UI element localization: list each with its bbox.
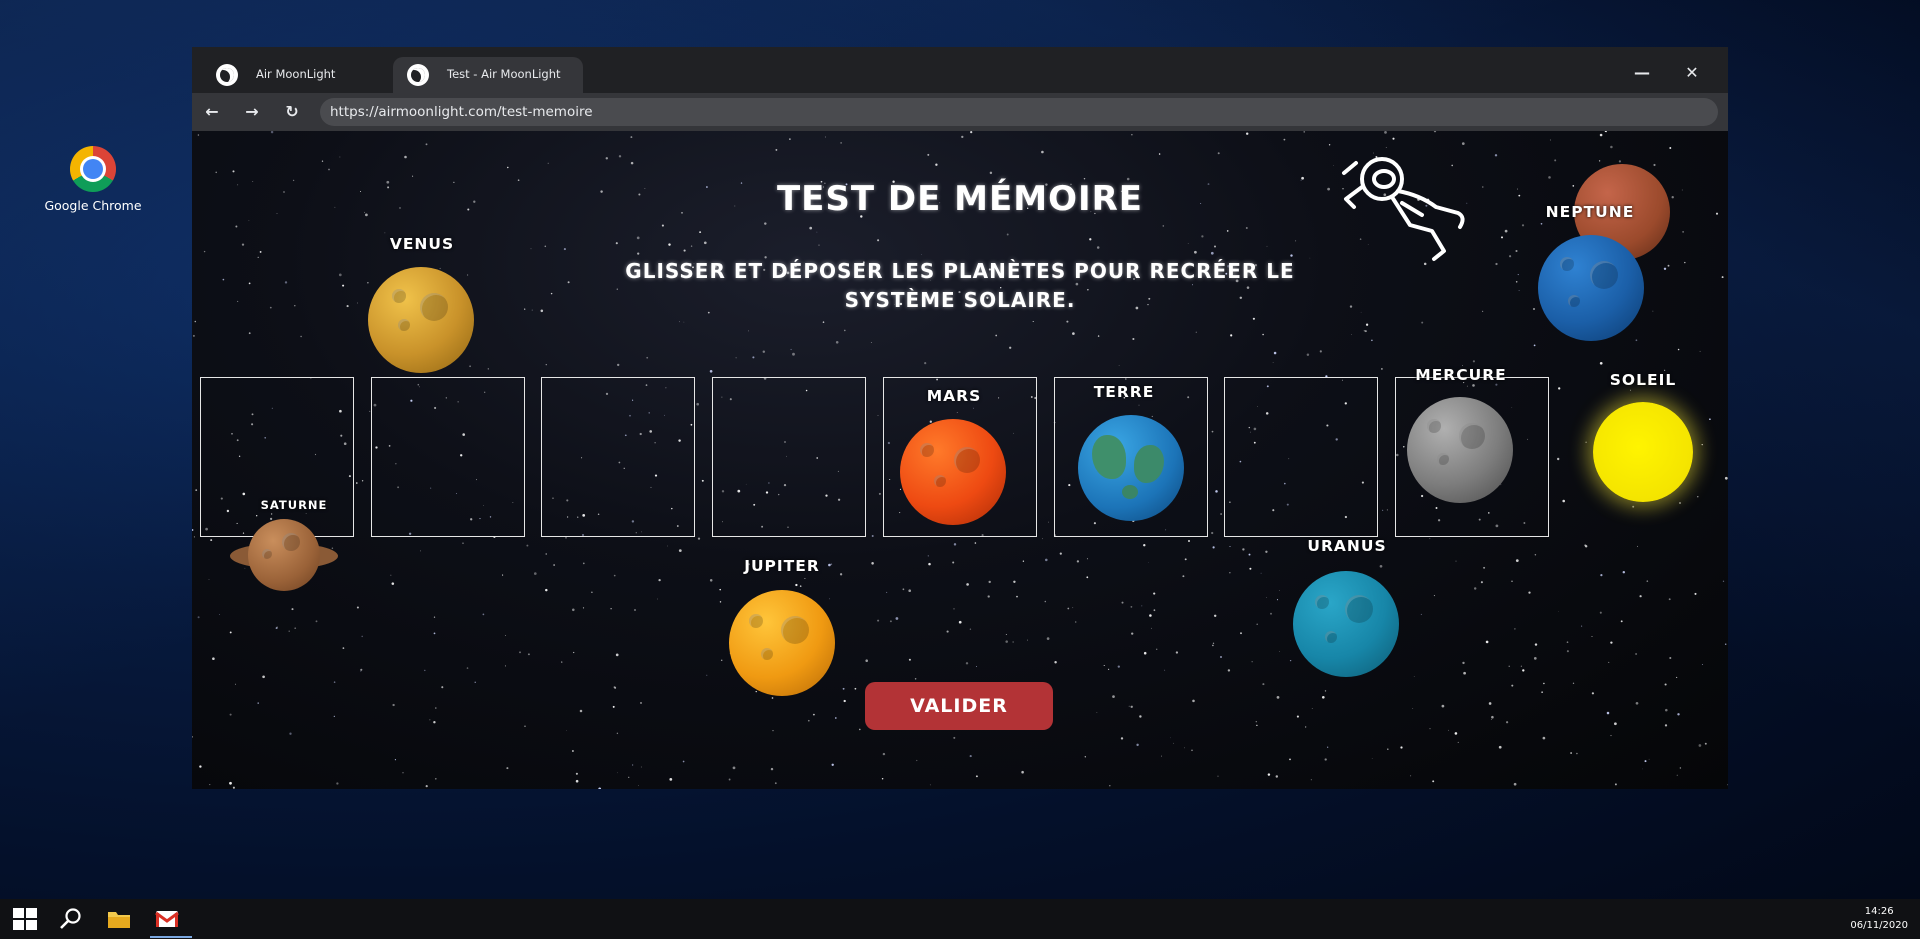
search-icon[interactable] bbox=[58, 907, 84, 931]
planet-saturne[interactable] bbox=[230, 519, 338, 593]
forward-arrow-icon[interactable]: → bbox=[238, 98, 266, 126]
drop-slot[interactable] bbox=[1224, 377, 1378, 537]
astronaut-icon bbox=[1342, 157, 1465, 261]
tab-strip: Air MoonLight Test - Air MoonLight — ✕ bbox=[192, 47, 1728, 93]
close-icon[interactable]: ✕ bbox=[1680, 61, 1704, 85]
browser-toolbar: ← → ↻ https://airmoonlight.com/test-memo… bbox=[192, 93, 1728, 131]
planet-label-terre: TERRE bbox=[1093, 383, 1155, 401]
moon-logo-icon bbox=[407, 64, 429, 86]
system-clock[interactable]: 14:26 06/11/2020 bbox=[1850, 905, 1908, 933]
tab-test-air-moonlight[interactable]: Test - Air MoonLight bbox=[393, 57, 583, 93]
tab-label: Test - Air MoonLight bbox=[447, 67, 561, 81]
browser-window: Air MoonLight Test - Air MoonLight — ✕ ←… bbox=[192, 47, 1728, 789]
page-content: TEST DE MÉMOIRE GLISSER ET DÉPOSER LES P… bbox=[192, 131, 1728, 789]
minimize-icon[interactable]: — bbox=[1630, 61, 1654, 85]
tab-label: Air MoonLight bbox=[256, 67, 336, 81]
planet-neptune[interactable] bbox=[1538, 235, 1644, 341]
planet-label-saturne: SATURNE bbox=[260, 498, 328, 512]
url-text: https://airmoonlight.com/test-memoire bbox=[330, 104, 593, 120]
tab-air-moonlight[interactable]: Air MoonLight bbox=[202, 57, 392, 93]
active-app-indicator bbox=[150, 936, 192, 938]
planet-venus[interactable] bbox=[368, 267, 474, 373]
back-arrow-icon[interactable]: ← bbox=[198, 98, 226, 126]
mail-icon[interactable] bbox=[154, 907, 180, 931]
page-title: TEST DE MÉMOIRE bbox=[776, 179, 1144, 219]
reload-icon[interactable]: ↻ bbox=[278, 98, 306, 126]
planet-uranus[interactable] bbox=[1293, 571, 1399, 677]
planet-label-venus: VENUS bbox=[389, 235, 455, 253]
page-instructions: GLISSER ET DÉPOSER LES PLANÈTES POUR REC… bbox=[625, 259, 1295, 312]
windows-start-icon[interactable] bbox=[12, 907, 38, 931]
planet-label-mars: MARS bbox=[926, 387, 982, 405]
planet-label-mercure: MERCURE bbox=[1415, 366, 1507, 384]
planet-label-uranus: URANUS bbox=[1307, 537, 1387, 555]
taskbar: 14:26 06/11/2020 bbox=[0, 899, 1920, 939]
desktop-icon-label: Google Chrome bbox=[44, 198, 142, 213]
sun[interactable] bbox=[1593, 402, 1693, 502]
chrome-icon bbox=[70, 146, 116, 192]
drop-slot[interactable] bbox=[200, 377, 354, 537]
planet-label-jupiter: JUPITER bbox=[744, 557, 820, 575]
file-explorer-icon[interactable] bbox=[106, 907, 132, 931]
clock-date: 06/11/2020 bbox=[1850, 920, 1908, 931]
planet-mars[interactable] bbox=[900, 419, 1006, 525]
clock-time: 14:26 bbox=[1864, 906, 1894, 917]
desktop-icon-chrome[interactable]: Google Chrome bbox=[40, 146, 146, 213]
planet-jupiter[interactable] bbox=[729, 590, 835, 696]
planet-mercure[interactable] bbox=[1407, 397, 1513, 503]
planet-terre[interactable] bbox=[1078, 415, 1184, 521]
drop-slot[interactable] bbox=[371, 377, 525, 537]
planet-label-soleil: SOLEIL bbox=[1609, 371, 1677, 389]
address-bar[interactable]: https://airmoonlight.com/test-memoire bbox=[320, 98, 1718, 126]
moon-logo-icon bbox=[216, 64, 238, 86]
validate-button[interactable]: VALIDER bbox=[865, 682, 1053, 730]
drop-slot[interactable] bbox=[541, 377, 695, 537]
drop-slot[interactable] bbox=[712, 377, 866, 537]
planet-label-neptune: NEPTUNE bbox=[1545, 203, 1635, 221]
